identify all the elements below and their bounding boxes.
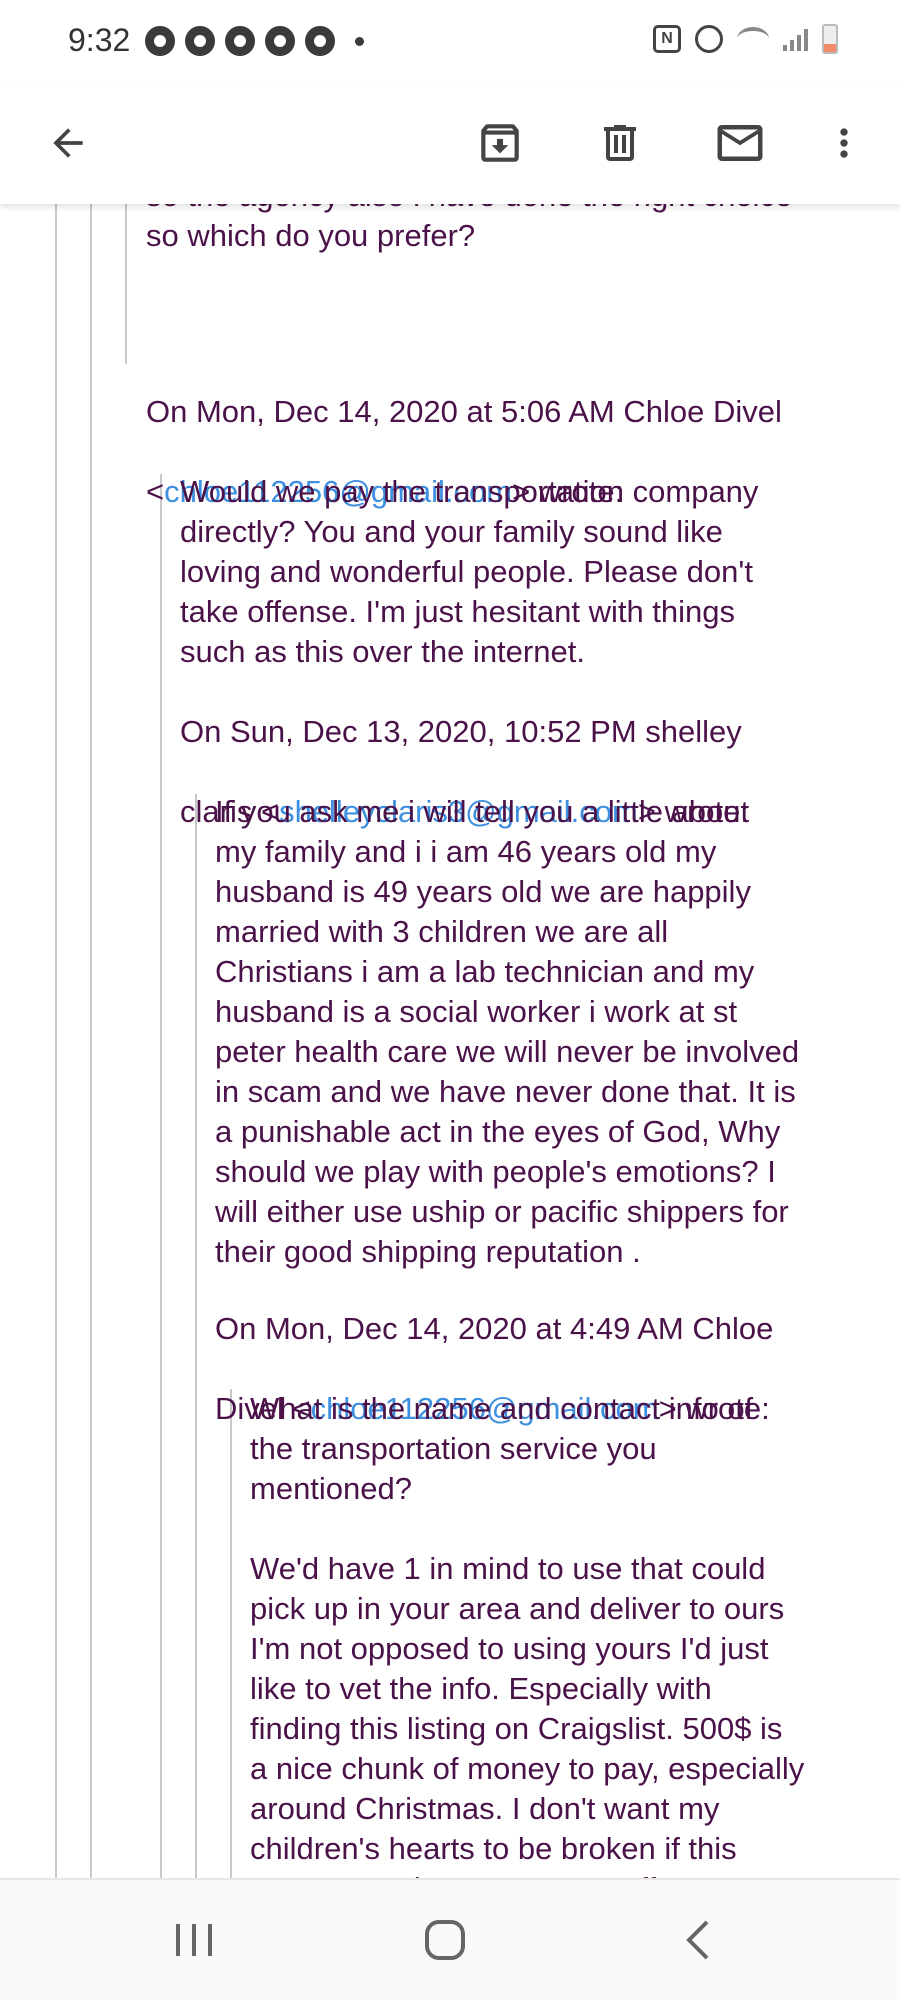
arrow-back-icon <box>53 128 83 158</box>
system-navigation-bar <box>0 1878 900 2000</box>
cut-off-line: so the agency also i have done the right… <box>146 204 792 216</box>
archive-icon <box>481 124 519 162</box>
quoted-message-text: Would we pay the transportation company … <box>180 474 759 669</box>
app-icon <box>265 26 295 56</box>
home-icon <box>425 1920 465 1960</box>
quote-header-bracket: < <box>146 474 165 509</box>
quoted-message-text: We'd have 1 in mind to use that could pi… <box>250 1551 805 1879</box>
nav-back-button[interactable] <box>658 1910 738 1970</box>
battery-icon <box>822 24 838 54</box>
mail-icon <box>717 125 763 161</box>
app-icon <box>305 26 335 56</box>
notification-icons <box>145 26 364 56</box>
status-time: 9:32 <box>68 22 131 58</box>
back-chevron-icon <box>686 1920 709 1960</box>
archive-button[interactable] <box>464 107 536 179</box>
alarm-icon <box>695 25 723 53</box>
messenger-icon <box>145 26 175 56</box>
quote-line <box>230 1389 232 1879</box>
message-toolbar <box>0 82 900 204</box>
quoted-message-text: What is the name and contact info of the… <box>250 1391 754 1506</box>
more-notifications-dot-icon <box>355 36 364 46</box>
message-text: so which do you prefer? <box>146 218 476 253</box>
mark-unread-button[interactable] <box>704 107 776 179</box>
more-options-button[interactable] <box>808 107 880 179</box>
back-button[interactable] <box>32 107 104 179</box>
delete-button[interactable] <box>584 107 656 179</box>
system-icons: N <box>653 24 838 54</box>
message-body[interactable]: so the agency also i have done the right… <box>0 204 900 1879</box>
recent-apps-button[interactable] <box>154 1910 234 1970</box>
recent-apps-icon <box>176 1924 212 1956</box>
quote-line <box>125 204 127 364</box>
quote-header-text: On Sun, Dec 13, 2020, 10:52 PM shelley <box>180 714 742 749</box>
quoted-message-text: If you ask me i will tell you a little a… <box>215 794 800 1269</box>
more-vert-icon <box>840 128 848 158</box>
signal-icon <box>783 27 808 51</box>
quote-header-text: On Mon, Dec 14, 2020 at 5:06 AM Chloe Di… <box>146 394 782 429</box>
wifi-icon <box>737 27 769 51</box>
home-button[interactable] <box>405 1910 485 1970</box>
quote-line <box>55 204 57 1879</box>
quote-line <box>195 794 197 1879</box>
trash-icon <box>604 125 636 161</box>
status-bar: 9:32 N <box>0 0 900 82</box>
threads-icon <box>185 26 215 56</box>
nfc-icon: N <box>653 25 681 53</box>
quote-header-text: On Mon, Dec 14, 2020 at 4:49 AM Chloe <box>215 1311 774 1346</box>
quote-line <box>90 204 92 1879</box>
facebook-icon <box>225 26 255 56</box>
quote-line <box>160 474 162 1879</box>
